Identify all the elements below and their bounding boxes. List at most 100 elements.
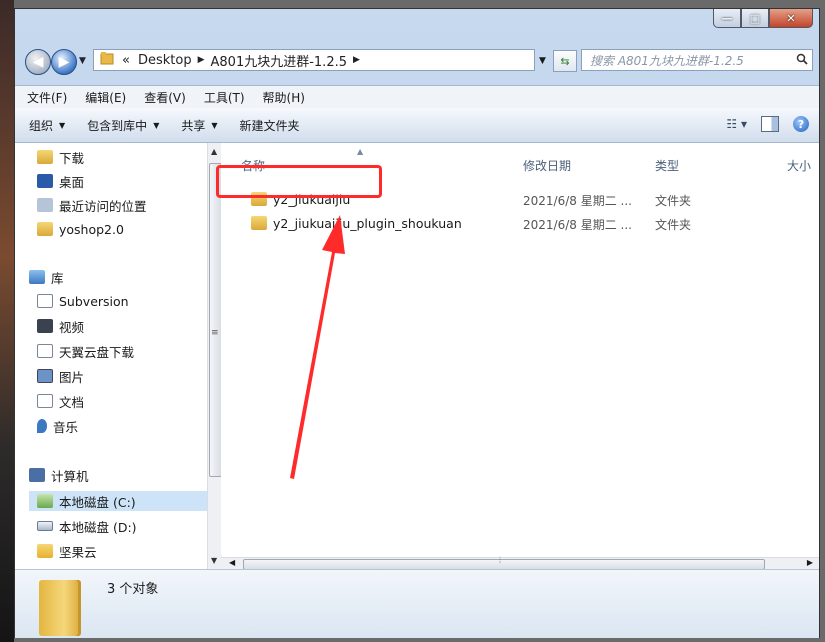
sidebar-item-label: 本地磁盘 (C:): [59, 494, 136, 510]
sidebar-item-label: 本地磁盘 (D:): [59, 519, 137, 535]
sidebar-item-documents[interactable]: 文档: [37, 391, 84, 411]
back-button[interactable]: ◀: [25, 49, 51, 75]
menu-file[interactable]: 文件(F): [21, 89, 73, 106]
file-type: 文件夹: [655, 194, 692, 208]
scroll-up-icon[interactable]: ▲: [211, 147, 217, 156]
sidebar-item-drive-c[interactable]: 本地磁盘 (C:): [29, 491, 207, 511]
preview-pane-icon[interactable]: [761, 116, 779, 132]
sidebar-item-label: 计算机: [51, 468, 89, 484]
include-in-library-button[interactable]: 包含到库中 ▼: [87, 117, 159, 134]
search-icon[interactable]: [792, 53, 812, 68]
sidebar-item-drive-d[interactable]: 本地磁盘 (D:): [37, 516, 137, 536]
sidebar-item-computer[interactable]: 计算机: [29, 465, 89, 485]
window-controls: — □ ✕: [713, 9, 813, 28]
scroll-down-icon[interactable]: ▼: [211, 556, 217, 565]
item-count: 3 个对象: [107, 582, 159, 597]
menu-help[interactable]: 帮助(H): [257, 89, 311, 106]
share-button[interactable]: 共享 ▼: [181, 117, 217, 134]
sidebar-item-yoshop[interactable]: yoshop2.0: [37, 219, 124, 239]
sidebar-item-jianguoyun[interactable]: 坚果云: [37, 541, 97, 561]
menu-bar: 文件(F) 编辑(E) 查看(V) 工具(T) 帮助(H): [15, 85, 819, 108]
breadcrumb-separator-icon[interactable]: ▶: [198, 55, 205, 65]
recent-pages-dropdown[interactable]: ▼: [79, 56, 86, 66]
sidebar-item-music[interactable]: 音乐: [37, 416, 78, 436]
music-icon: [37, 419, 47, 433]
maximize-button[interactable]: □: [741, 9, 769, 28]
close-button[interactable]: ✕: [769, 9, 813, 28]
change-view-button[interactable]: ☷ ▾: [726, 117, 747, 131]
address-history-dropdown[interactable]: ▼: [539, 56, 546, 66]
file-name: y2_jiukuaijiu_plugin_shoukuan: [273, 215, 462, 231]
file-modified: 2021/6/8 星期二 ...: [523, 218, 632, 232]
breadcrumb-current-folder[interactable]: A801九块九进群-1.2.5: [211, 51, 347, 70]
breadcrumb-desktop[interactable]: Desktop: [138, 53, 192, 68]
scroll-right-icon[interactable]: ▶: [807, 558, 813, 567]
address-bar[interactable]: « Desktop ▶ A801九块九进群-1.2.5 ▶: [93, 49, 535, 71]
column-header-type[interactable]: 类型: [655, 151, 679, 179]
breadcrumb-separator-icon[interactable]: ▶: [353, 55, 360, 65]
pictures-icon: [37, 369, 53, 383]
minimize-button[interactable]: —: [713, 9, 741, 28]
video-icon: [37, 319, 53, 333]
sidebar-item-pictures[interactable]: 图片: [37, 366, 84, 386]
navigation-pane: 下载 桌面 最近访问的位置 yoshop2.0 库 Subversion 视频 …: [15, 143, 208, 569]
menu-view[interactable]: 查看(V): [138, 89, 192, 106]
sidebar-item-label: 桌面: [59, 174, 85, 190]
menu-edit[interactable]: 编辑(E): [79, 89, 132, 106]
sidebar-item-downloads[interactable]: 下载: [37, 147, 84, 167]
scroll-grip-icon: ⦙: [499, 556, 502, 566]
sidebar-item-label: 坚果云: [59, 544, 97, 560]
sidebar-item-label: 最近访问的位置: [59, 198, 147, 214]
sidebar-item-libraries[interactable]: 库: [29, 267, 64, 287]
table-row[interactable]: y2_jiukuaijiu_plugin_shoukuan 2021/6/8 星…: [233, 213, 813, 233]
column-label: 类型: [655, 158, 680, 173]
sidebar-item-label: Subversion: [59, 293, 129, 309]
sidebar-item-label: 天翼云盘下载: [59, 344, 135, 360]
sidebar-item-recent[interactable]: 最近访问的位置: [37, 195, 147, 215]
folder-icon: [100, 51, 114, 69]
folder-icon: [39, 580, 81, 636]
explorer-body: 下载 桌面 最近访问的位置 yoshop2.0 库 Subversion 视频 …: [15, 143, 819, 570]
sidebar-item-label: 文档: [59, 394, 85, 410]
details-pane: 3 个对象: [15, 569, 819, 638]
jianguoyun-icon: [37, 544, 53, 558]
scroll-left-icon[interactable]: ◀: [229, 558, 235, 567]
share-label: 共享: [181, 118, 206, 133]
column-label: 大小: [787, 158, 812, 173]
documents-icon: [37, 394, 53, 408]
computer-icon: [29, 468, 45, 482]
document-library-icon: [37, 344, 53, 358]
search-box[interactable]: 搜索 A801九块九进群-1.2.5: [581, 49, 813, 71]
chevron-down-icon: ▼: [153, 120, 160, 130]
sidebar-item-videos[interactable]: 视频: [37, 316, 84, 336]
menu-tools[interactable]: 工具(T): [198, 89, 251, 106]
file-type: 文件夹: [655, 218, 692, 232]
drive-c-icon: [37, 494, 53, 508]
navigation-bar: ◀ ▶ ▼ « Desktop ▶ A801九块九进群-1.2.5 ▶ ▼ ⇆ …: [21, 47, 816, 75]
navigation-scrollbar[interactable]: ▲ ≡ ▼: [207, 143, 222, 569]
breadcrumb-prefix[interactable]: «: [122, 53, 130, 68]
column-header-modified[interactable]: 修改日期: [523, 151, 571, 179]
file-list: 名称 ▲ 修改日期 类型 大小 y2_jiukuaijiu 2021/6/8 星…: [221, 143, 819, 555]
sort-ascending-icon: ▲: [357, 147, 364, 156]
explorer-window: — □ ✕ ◀ ▶ ▼ « Desktop ▶ A801九块九进群-1.2.5 …: [14, 8, 820, 638]
library-icon: [29, 270, 45, 284]
organize-label: 组织: [29, 118, 54, 133]
forward-button[interactable]: ▶: [51, 49, 77, 75]
sidebar-item-label: 图片: [59, 369, 85, 385]
recent-places-icon: [37, 198, 53, 212]
sidebar-item-desktop[interactable]: 桌面: [37, 171, 84, 191]
chevron-down-icon: ▼: [211, 120, 218, 130]
desktop-icon: [37, 174, 53, 188]
folder-icon: [251, 216, 267, 230]
organize-button[interactable]: 组织 ▼: [29, 117, 65, 134]
new-folder-button[interactable]: 新建文件夹: [240, 117, 300, 134]
search-input[interactable]: 搜索 A801九块九进群-1.2.5: [582, 52, 792, 69]
refresh-button[interactable]: ⇆: [553, 50, 577, 72]
help-icon[interactable]: ?: [793, 116, 809, 132]
column-header-size[interactable]: 大小: [787, 151, 811, 179]
scroll-grip-icon: ≡: [211, 328, 219, 338]
sidebar-item-subversion[interactable]: Subversion: [37, 291, 129, 311]
sidebar-item-tianyi[interactable]: 天翼云盘下载: [37, 341, 134, 361]
column-label: 修改日期: [523, 158, 572, 173]
